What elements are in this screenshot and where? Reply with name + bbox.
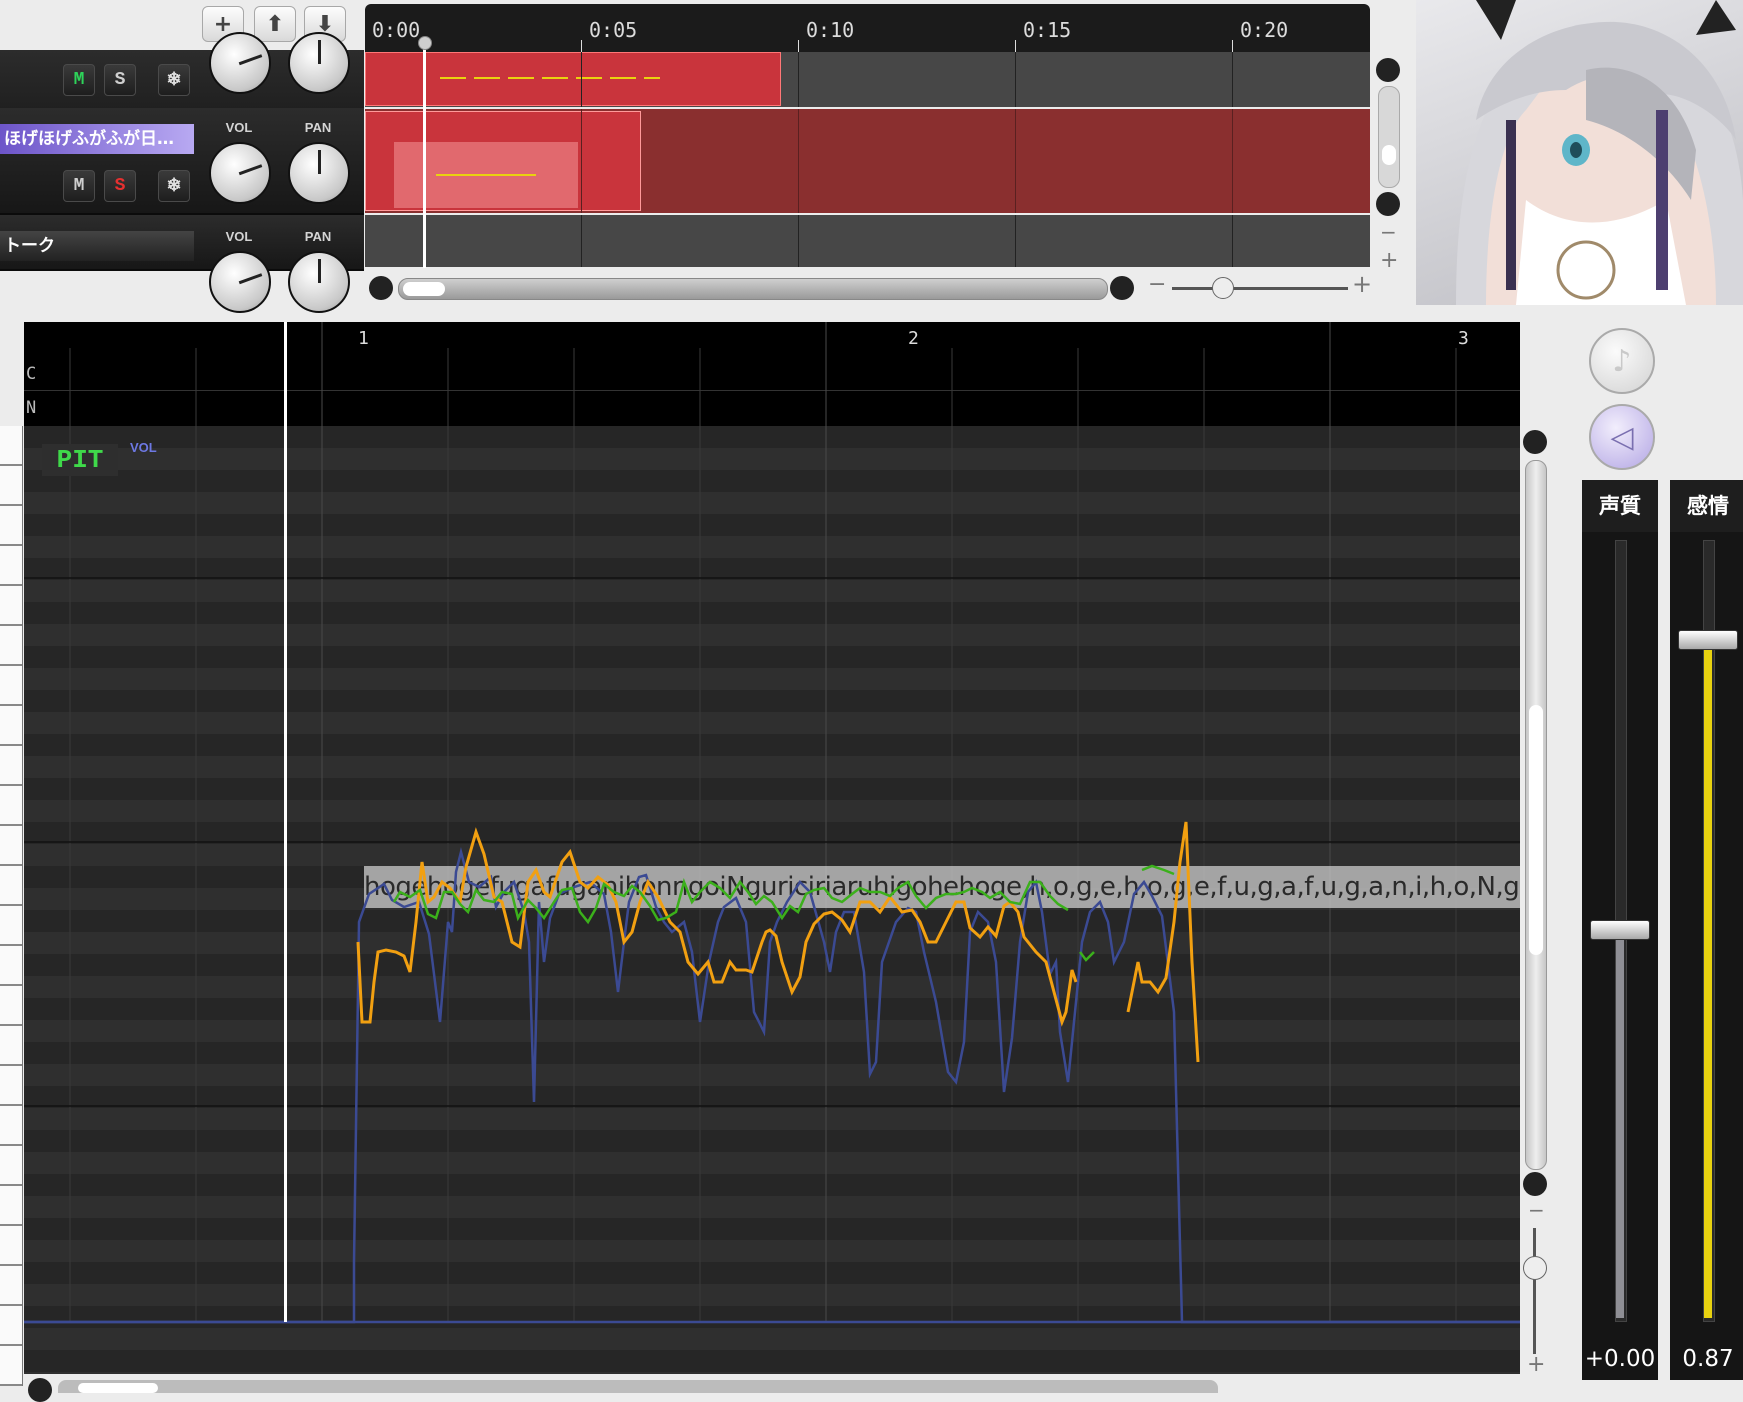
time-label: 0:00	[372, 18, 421, 42]
time-label: 0:15	[1023, 18, 1072, 42]
timeline-zoom-in-button[interactable]: +	[1352, 270, 1372, 298]
piano-keys[interactable]	[0, 426, 23, 1386]
move-track-up-button[interactable]: ⬆	[254, 6, 296, 42]
emotion-handle[interactable]	[1678, 630, 1738, 650]
roll-vzoom-slider[interactable]	[1523, 1228, 1547, 1354]
track-zoom-out-button[interactable]: −	[1380, 220, 1397, 244]
volume-knob[interactable]	[209, 142, 271, 204]
roll-vzoom-handle[interactable]	[1523, 1256, 1547, 1280]
voice-quality-label: 声質	[1582, 480, 1658, 532]
track-header-2[interactable]: ほげほげふがふが日… VOL PAN M S ❄	[0, 108, 364, 215]
time-label: 0:20	[1240, 18, 1289, 42]
mute-button[interactable]: M	[63, 64, 95, 96]
roll-hscroll-thumb[interactable]	[78, 1383, 158, 1393]
timeline-scroll-thumb[interactable]	[403, 282, 445, 296]
roll-scroll-down-button[interactable]	[1523, 1172, 1547, 1196]
timeline-zoom-slider[interactable]	[1172, 277, 1348, 299]
emotion-label: 感情	[1670, 480, 1743, 532]
track-zoom-in-button[interactable]: +	[1380, 248, 1398, 273]
solo-button[interactable]: S	[104, 64, 136, 96]
volume-label: VOL	[225, 120, 253, 135]
speaker-button[interactable]: ◁	[1589, 404, 1655, 470]
ruler-tick	[1015, 40, 1016, 52]
clip-notes	[440, 77, 660, 79]
volume-knob[interactable]	[209, 32, 271, 94]
character-portrait	[1416, 0, 1743, 305]
volume-label: VOL	[225, 229, 253, 244]
timeline-zoom-handle[interactable]	[1212, 277, 1234, 299]
time-label: 0:10	[806, 18, 855, 42]
emotion-value: 0.87	[1682, 1346, 1734, 1372]
pan-knob[interactable]	[288, 32, 350, 94]
parameter-curves[interactable]	[24, 322, 1520, 1374]
roll-playhead[interactable]	[284, 322, 287, 1322]
track-lane-3[interactable]	[365, 215, 1370, 267]
emotion-slider-panel: 感情 0.87	[1670, 480, 1743, 1380]
voice-quality-fill	[1616, 928, 1624, 1318]
track-name[interactable]: ほげほげふがふが日…	[0, 124, 194, 154]
emotion-fill	[1704, 646, 1712, 1318]
roll-scroll-up-button[interactable]	[1523, 430, 1547, 454]
roll-scroll-thumb[interactable]	[1529, 705, 1543, 955]
pitch-curve-green-2	[1079, 951, 1095, 962]
track-lane-2[interactable]	[365, 109, 1370, 213]
playhead[interactable]	[423, 40, 426, 268]
timeline-ruler[interactable]: 0:00 0:05 0:10 0:15 0:20	[365, 4, 1370, 52]
ruler-tick	[798, 40, 799, 52]
voice-quality-handle[interactable]	[1590, 920, 1650, 940]
clip[interactable]	[365, 111, 641, 211]
playhead-handle[interactable]	[418, 36, 432, 50]
timeline-scrollbar[interactable]	[398, 278, 1108, 300]
mute-button[interactable]: M	[63, 170, 95, 202]
clip-notes	[436, 174, 536, 176]
note-mode-button[interactable]: ♪	[1589, 328, 1655, 394]
voice-quality-slider-panel: 声質 +0.00	[1582, 480, 1658, 1380]
pitch-curve-orange-2	[1126, 821, 1200, 1063]
timeline-zoom-out-button[interactable]: −	[1148, 272, 1166, 297]
solo-button[interactable]: S	[104, 170, 136, 202]
timeline-scroll-left-button[interactable]	[369, 276, 393, 300]
volume-curve	[24, 847, 1520, 1324]
timeline-scroll-right-button[interactable]	[1110, 276, 1134, 300]
track-scroll-thumb[interactable]	[1382, 145, 1396, 165]
voice-quality-value: +0.00	[1584, 1346, 1656, 1372]
track-scroll-down-button[interactable]	[1376, 192, 1400, 216]
roll-scrollbar[interactable]	[1525, 460, 1547, 1170]
piano-roll[interactable]: 1 2 3 C N PIT VOL hogehogefugafuganihonn…	[24, 322, 1520, 1374]
time-label: 0:05	[589, 18, 638, 42]
ruler-tick	[1232, 40, 1233, 52]
volume-knob[interactable]	[209, 251, 271, 313]
track-header-3[interactable]: トーク VOL PAN	[0, 215, 364, 313]
track-scroll-up-button[interactable]	[1376, 58, 1400, 82]
track-lane-1[interactable]	[365, 52, 1370, 107]
track-name[interactable]: トーク	[0, 231, 194, 261]
pitch-curve-green-3	[1141, 864, 1175, 876]
roll-vzoom-in-button[interactable]: +	[1527, 1352, 1545, 1377]
pan-knob[interactable]	[288, 251, 350, 313]
freeze-button[interactable]: ❄	[158, 170, 190, 202]
ruler-tick	[581, 40, 582, 52]
freeze-button[interactable]: ❄	[158, 64, 190, 96]
roll-hscrollbar[interactable]	[58, 1380, 1218, 1393]
roll-vzoom-out-button[interactable]: −	[1528, 1198, 1545, 1222]
roll-hscroll-left-button[interactable]	[28, 1378, 52, 1402]
pan-label: PAN	[304, 229, 332, 244]
pan-knob[interactable]	[288, 142, 350, 204]
track-scrollbar[interactable]	[1378, 86, 1400, 188]
pan-label: PAN	[304, 120, 332, 135]
clip[interactable]	[365, 52, 781, 106]
